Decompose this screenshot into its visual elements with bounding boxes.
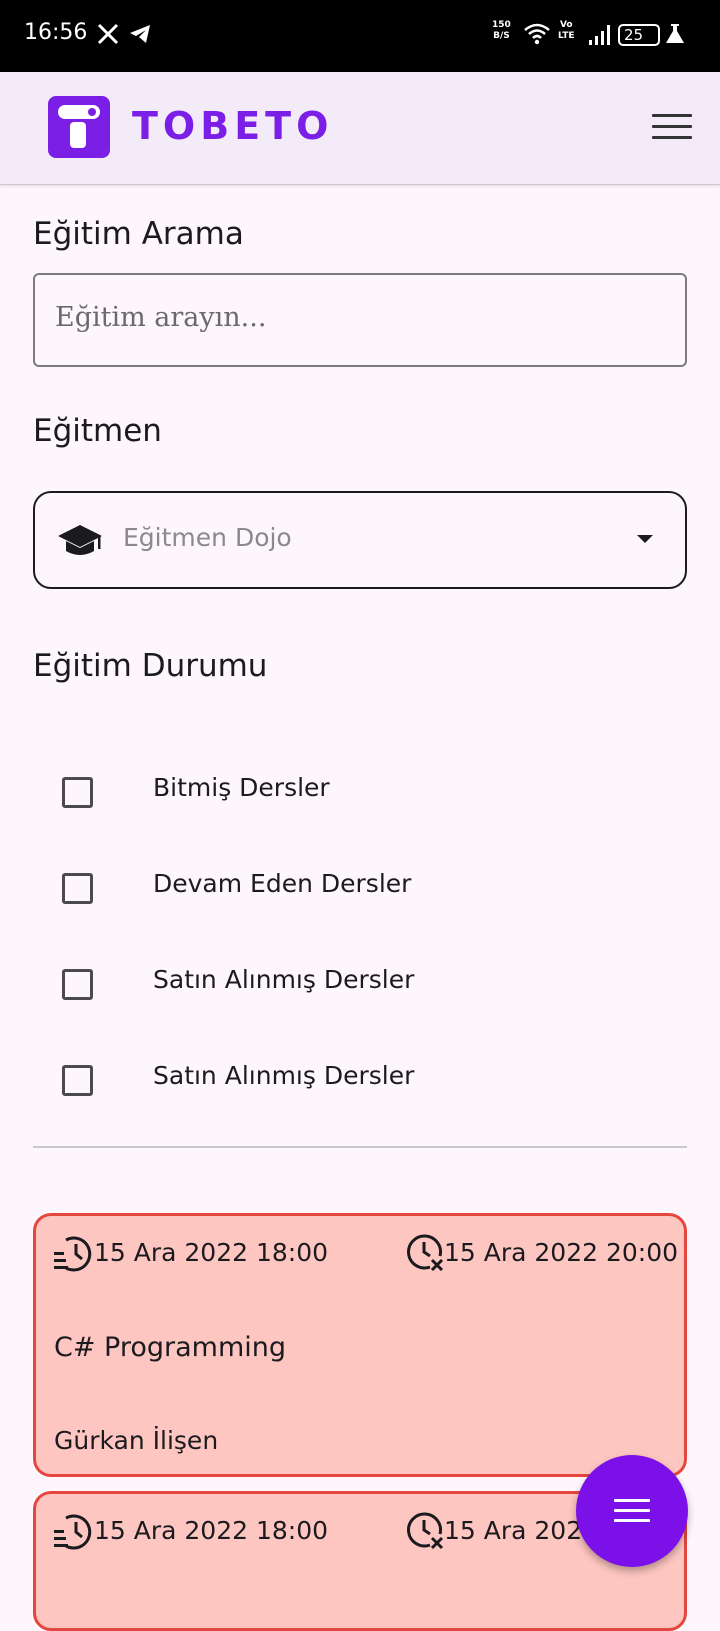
instructor-dropdown[interactable]: Eğitmen Dojo — [33, 491, 687, 589]
wifi-icon — [524, 23, 550, 45]
course-start-date: 15 Ara 2022 18:00 — [94, 1516, 329, 1545]
fab-menu-button[interactable] — [576, 1455, 688, 1567]
checkbox[interactable] — [62, 873, 93, 904]
battery-icon: 25 — [618, 24, 660, 46]
checkbox-row-purchased[interactable]: Satın Alınmış Dersler — [62, 965, 662, 1009]
checkbox-label: Satın Alınmış Dersler — [153, 965, 415, 994]
checkbox-label: Devam Eden Dersler — [153, 869, 412, 898]
tobeto-logo-icon — [48, 96, 110, 158]
chevron-down-icon — [637, 535, 653, 543]
telegram-icon — [130, 25, 150, 43]
search-label: Eğitim Arama — [33, 216, 244, 252]
course-card[interactable]: 15 Ara 2022 18:00 15 Ara 2022 20:00 C# P… — [33, 1213, 687, 1477]
search-input[interactable] — [53, 301, 657, 334]
checkbox-row-in-progress[interactable]: Devam Eden Dersler — [62, 869, 662, 913]
clock-end-icon — [407, 1234, 444, 1272]
checkbox[interactable] — [62, 777, 93, 808]
instructor-selected-value: Eğitmen Dojo — [123, 523, 292, 552]
checkbox-row-completed[interactable]: Bitmiş Dersler — [62, 773, 662, 817]
x-app-icon — [97, 23, 119, 45]
divider — [33, 1146, 687, 1148]
checkbox-label: Bitmiş Dersler — [153, 773, 330, 802]
clock-start-icon — [54, 1236, 92, 1272]
course-end-date: 15 Ara 2022 20:00 — [444, 1238, 679, 1267]
status-bar: 16:56 150 B/S Vo LTE 25 — [0, 0, 720, 72]
checkbox[interactable] — [62, 1065, 93, 1096]
checkbox-label: Satın Alınmış Dersler — [153, 1061, 415, 1090]
tobeto-logo-text: TOBETO — [132, 104, 334, 148]
signal-icon — [589, 25, 610, 45]
menu-icon — [614, 1499, 650, 1502]
checkbox-row-purchased-2[interactable]: Satın Alınmış Dersler — [62, 1061, 662, 1105]
clock-start-icon — [54, 1514, 92, 1550]
graduation-cap-icon — [58, 525, 102, 555]
network-speed: 150 B/S — [492, 20, 511, 41]
clock-end-icon — [407, 1512, 444, 1550]
hamburger-menu-button[interactable] — [652, 114, 692, 144]
search-field[interactable] — [33, 273, 687, 367]
course-instructor: Gürkan İlişen — [54, 1426, 219, 1455]
instructor-label: Eğitmen — [33, 413, 162, 449]
course-title: C# Programming — [54, 1332, 287, 1363]
checkbox[interactable] — [62, 969, 93, 1000]
status-time: 16:56 — [24, 20, 88, 45]
course-start-date: 15 Ara 2022 18:00 — [94, 1238, 329, 1267]
volte-indicator: Vo LTE — [558, 20, 575, 41]
status-filter-label: Eğitim Durumu — [33, 648, 268, 684]
flask-icon — [666, 24, 684, 43]
